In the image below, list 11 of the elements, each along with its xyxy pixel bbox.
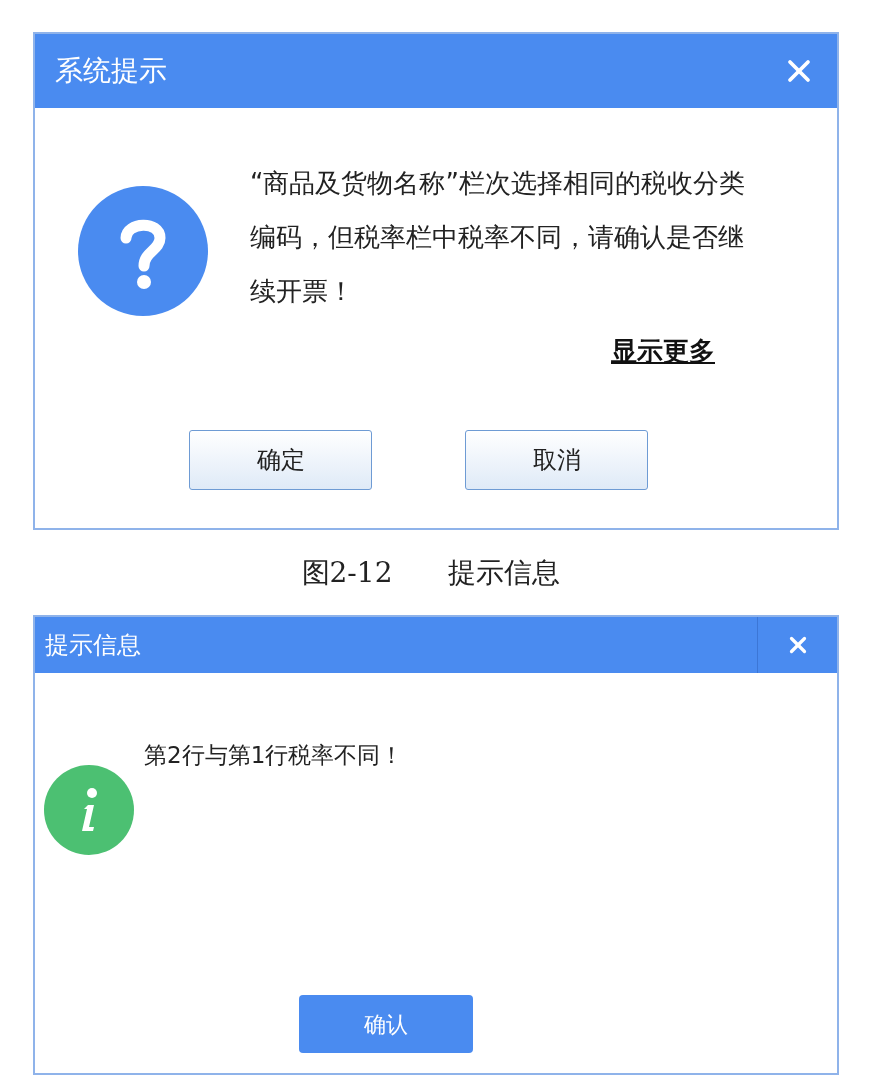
dialog-button[interactable]: 确定 — [189, 430, 372, 490]
window-title: 提示信息 — [44, 630, 141, 661]
info-icon — [44, 765, 134, 855]
question-icon — [78, 186, 208, 316]
figure-caption: 提示信息 — [448, 554, 561, 591]
dialog-button[interactable]: 取消 — [465, 430, 648, 490]
window-title: 系统提示 — [55, 53, 167, 89]
figure-number: 图2-12 — [301, 554, 393, 591]
message-text: “商品及货物名称”栏次选择相同的税收分类编码，但税率栏中税率不同，请确认是否继续开票！ — [250, 167, 746, 308]
message-text: 第2行与第1行税率不同！ — [144, 741, 404, 770]
show-more-link[interactable]: 显示更多 — [611, 332, 715, 371]
